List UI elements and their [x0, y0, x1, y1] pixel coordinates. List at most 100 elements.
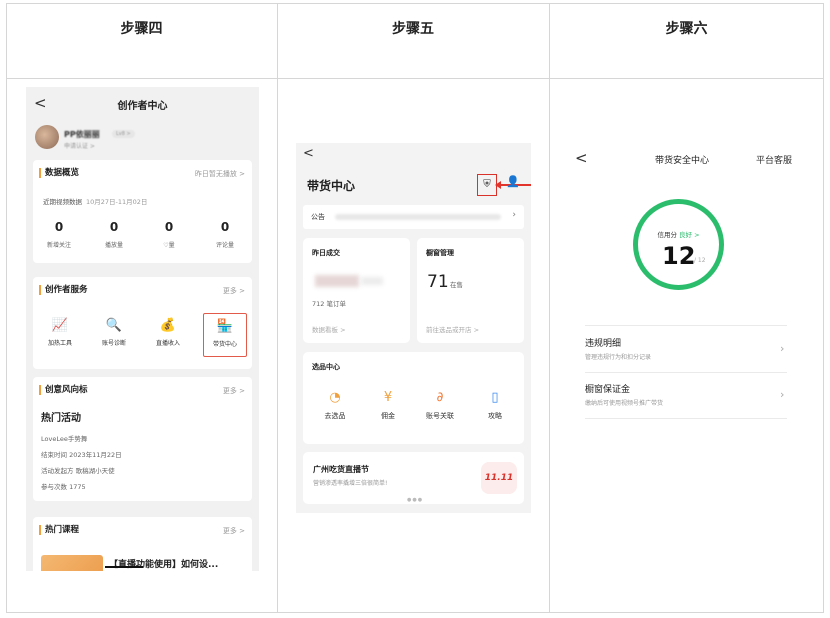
- back-icon[interactable]: <: [303, 146, 314, 161]
- select-products-button[interactable]: ◔ 去选品: [315, 390, 355, 421]
- stat-label: ♡量: [163, 242, 175, 249]
- divider: [585, 372, 787, 373]
- page-title: 带货安全中心: [655, 156, 710, 166]
- credit-score-ring[interactable]: 信用分 良好 > 12 / 12: [633, 199, 724, 290]
- service-commerce-center[interactable]: 🏪 带货中心: [203, 313, 247, 357]
- person-icon[interactable]: 👤: [506, 175, 520, 188]
- profile-header[interactable]: PP依丽丽 Lv8 > 申请认证 >: [26, 121, 259, 157]
- event-line: 结束时间 2023年11月22日: [41, 451, 122, 459]
- commerce-center-screen: < 带货中心 ⛨ 👤 公告 › 昨日成交 712 笔订单 数据看板 > 橱窗管理…: [296, 143, 531, 513]
- service-live-income[interactable]: 💰 直播收入: [146, 313, 190, 357]
- card-title: 热门课程: [39, 525, 79, 535]
- window-deposit-subtitle: 缴纳后可使用视频号推广带货: [585, 400, 664, 407]
- trend-more-link[interactable]: 更多 >: [223, 386, 245, 396]
- promo-banner[interactable]: 广州吃货直播节 营销渗透率撬增三倍很简单! 11.11 ●●●: [303, 452, 524, 504]
- credit-score-max: / 12: [694, 257, 706, 264]
- profile-name: PP依丽丽: [64, 130, 100, 139]
- chevron-right-icon: ›: [512, 210, 516, 220]
- on-sale-unit: 在售: [450, 281, 463, 289]
- stat-label: 新增关注: [46, 242, 71, 249]
- column-divider: [549, 4, 550, 612]
- window-management-card[interactable]: 橱窗管理 71 在售 前往选品或开店 >: [417, 238, 524, 343]
- on-sale-count: 71: [427, 272, 449, 292]
- account-link-button[interactable]: ∂ 账号关联: [420, 390, 460, 421]
- card-title: 橱窗管理: [426, 249, 454, 257]
- creator-services-more-link[interactable]: 更多 >: [223, 286, 245, 296]
- range-label: 近期视频数据: [43, 198, 82, 206]
- event-title[interactable]: 热门活动: [41, 409, 81, 424]
- divider: [585, 418, 787, 419]
- service-label: 账号诊断: [101, 340, 126, 347]
- course-thumbnail[interactable]: [41, 555, 103, 571]
- chevron-right-icon[interactable]: ›: [780, 388, 784, 401]
- annotation-line: [105, 566, 143, 568]
- credit-score: 12: [662, 242, 696, 270]
- card-title: 昨日成交: [312, 249, 340, 257]
- violation-details-title[interactable]: 违规明细: [585, 336, 621, 349]
- trend-card: 创意风向标 更多 > 热门活动 LoveLee手势舞 结束时间 2023年11月…: [33, 377, 252, 501]
- banner-title: 广州吃货直播节: [313, 465, 369, 474]
- commission-button[interactable]: ¥ 佣金: [368, 390, 408, 421]
- level-badge: Lv8 >: [112, 130, 135, 138]
- yesterday-deals-card[interactable]: 昨日成交 712 笔订单 数据看板 >: [303, 238, 410, 343]
- service-label: 带货中心: [212, 341, 237, 348]
- event-line: 活动发起方 歌稿湖小天使: [41, 467, 115, 475]
- book-icon: ▯: [491, 390, 499, 405]
- stat-value: 0: [164, 220, 174, 234]
- service-label: 直播收入: [155, 340, 180, 347]
- stat-range: 近期视频数据 10月27日-11月02日: [43, 196, 147, 206]
- violation-details-subtitle: 管理违规行为和扣分记录: [585, 354, 652, 361]
- credit-label: 信用分: [657, 231, 677, 239]
- double-eleven-badge: 11.11: [481, 462, 517, 494]
- top-bar: < 创作者中心: [26, 87, 259, 121]
- selection-label: 去选品: [324, 412, 346, 420]
- carousel-dots: ●●●: [407, 497, 424, 503]
- selection-label: 攻略: [488, 412, 502, 420]
- chevron-right-icon[interactable]: ›: [780, 342, 784, 355]
- stat-item[interactable]: 0 ♡量: [149, 220, 189, 249]
- service-account-diagnosis[interactable]: 🔍 账号诊断: [92, 313, 136, 357]
- stat-label: 评论量: [215, 242, 234, 249]
- service-boost-tools[interactable]: 📈 加热工具: [38, 313, 82, 357]
- stat-item[interactable]: 0 评论量: [205, 220, 245, 249]
- selection-label: 账号关联: [426, 412, 454, 420]
- customer-service-link[interactable]: 平台客服: [756, 153, 792, 166]
- order-count: 712 笔订单: [312, 300, 346, 308]
- go-select-link[interactable]: 前往选品或开店 >: [426, 324, 479, 334]
- selection-center-card: 选品中心 ◔ 去选品 ¥ 佣金 ∂ 账号关联 ▯ 攻略: [303, 352, 524, 444]
- notice-label: 公告: [311, 213, 325, 221]
- guide-button[interactable]: ▯ 攻略: [475, 390, 515, 421]
- shield-icon[interactable]: ⛨: [477, 174, 497, 196]
- stat-item[interactable]: 0 新增关注: [39, 220, 79, 249]
- card-title: 数据概览: [39, 168, 79, 178]
- card-title: 创意风向标: [39, 385, 88, 395]
- notice-bar[interactable]: 公告 ›: [303, 205, 524, 229]
- header-divider: [7, 78, 823, 79]
- column-title-step4: 步骤四: [120, 21, 163, 37]
- stat-value: 0: [54, 220, 64, 234]
- course-title[interactable]: 【直播功能使用】如何设...: [109, 557, 218, 570]
- select-products-icon: ◔: [329, 390, 341, 405]
- avatar[interactable]: [35, 125, 59, 149]
- event-line: 参与次数 1775: [41, 483, 86, 491]
- back-icon[interactable]: <: [575, 149, 588, 167]
- data-overview-more-link[interactable]: 昨日暂无播放 >: [195, 169, 245, 179]
- profile-subtitle: 申请认证 >: [64, 143, 95, 150]
- data-overview-card: 数据概览 昨日暂无播放 > 近期视频数据 10月27日-11月02日 0 新增关注…: [33, 160, 252, 263]
- data-board-link[interactable]: 数据看板 >: [312, 324, 346, 334]
- divider: [585, 325, 787, 326]
- column-title-step6: 步骤六: [665, 21, 708, 37]
- stat-value: 0: [109, 220, 119, 234]
- window-deposit-title[interactable]: 橱窗保证金: [585, 382, 630, 395]
- banner-subtitle: 营销渗透率撬增三倍很简单!: [313, 480, 388, 487]
- notice-content-blurred: [335, 214, 501, 220]
- credit-label-row: 信用分 良好 >: [638, 229, 719, 239]
- card-title: 选品中心: [312, 363, 340, 371]
- user-search-icon: 🔍: [105, 318, 123, 333]
- event-line: LoveLee手势舞: [41, 435, 88, 443]
- creator-services-card: 创作者服务 更多 > 📈 加热工具 🔍 账号诊断 💰 直播收入 🏪 带货中心: [33, 277, 252, 369]
- courses-more-link[interactable]: 更多 >: [223, 526, 245, 536]
- column-divider: [277, 4, 278, 612]
- service-label: 加热工具: [47, 340, 72, 347]
- stat-item[interactable]: 0 播放量: [94, 220, 134, 249]
